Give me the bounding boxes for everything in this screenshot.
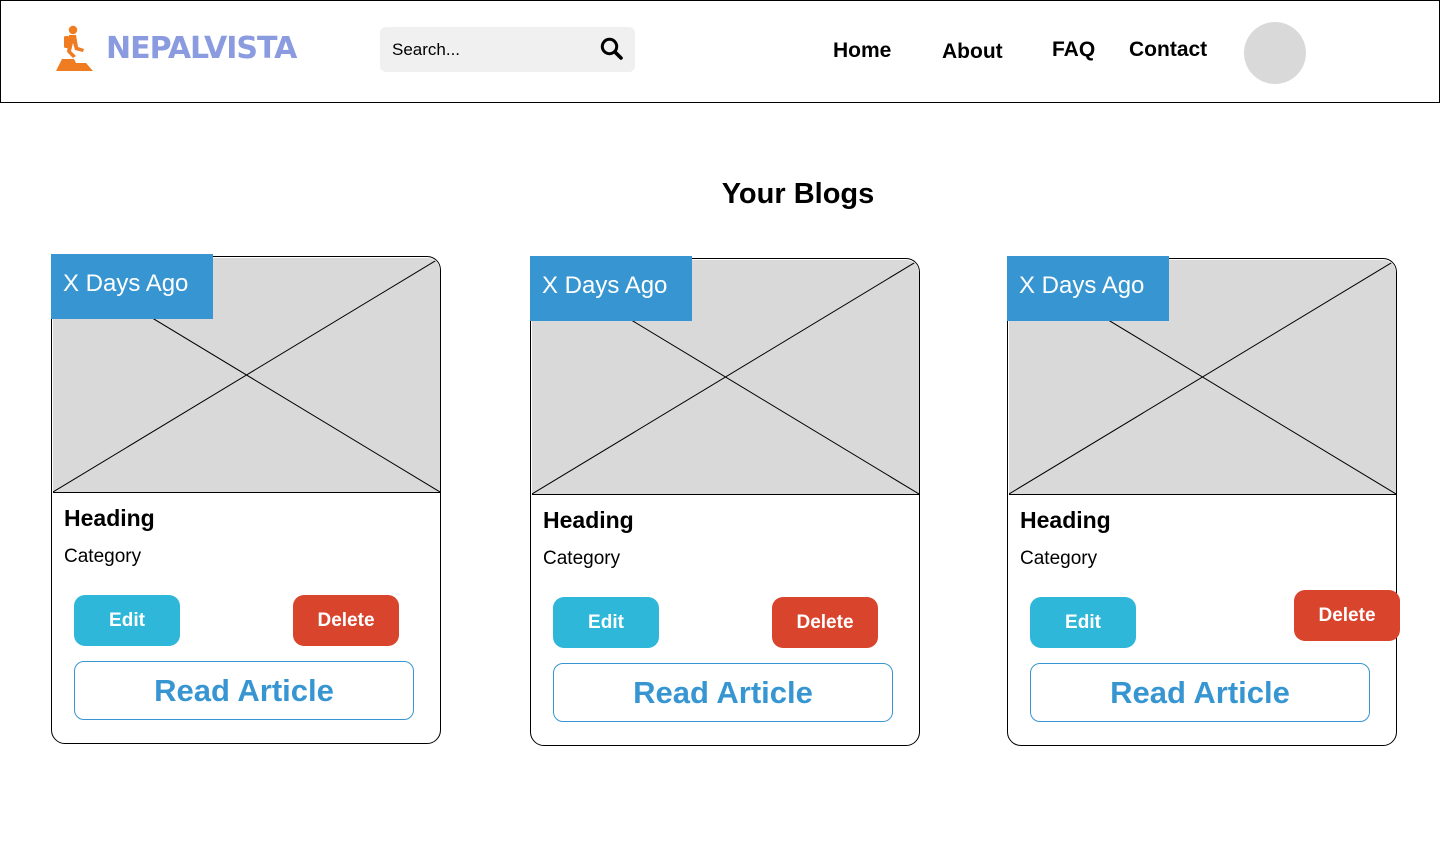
delete-button[interactable]: Delete bbox=[1294, 590, 1400, 641]
date-badge: X Days Ago bbox=[1007, 256, 1169, 321]
nav-about[interactable]: About bbox=[942, 40, 1003, 64]
delete-button[interactable]: Delete bbox=[772, 597, 878, 648]
hiker-icon bbox=[56, 25, 94, 71]
delete-button[interactable]: Delete bbox=[293, 595, 399, 646]
blog-card: X Days Ago Heading Category Edit Delete … bbox=[51, 254, 441, 744]
read-article-button[interactable]: Read Article bbox=[1030, 663, 1370, 722]
read-article-button[interactable]: Read Article bbox=[74, 661, 414, 720]
card-heading: Heading bbox=[64, 505, 155, 531]
top-navbar: NEPALVISTA Home About FAQ Contact bbox=[0, 0, 1440, 103]
date-badge: X Days Ago bbox=[530, 256, 692, 321]
search-box bbox=[380, 27, 635, 72]
blog-card: X Days Ago Heading Category Edit Delete … bbox=[1007, 256, 1400, 746]
search-icon[interactable] bbox=[599, 36, 625, 62]
edit-button[interactable]: Edit bbox=[74, 595, 180, 646]
search-input[interactable] bbox=[392, 27, 582, 72]
user-avatar[interactable] bbox=[1244, 22, 1306, 84]
nav-faq[interactable]: FAQ bbox=[1052, 38, 1095, 62]
nav-home[interactable]: Home bbox=[833, 39, 891, 63]
card-category: Category bbox=[543, 548, 621, 569]
edit-button[interactable]: Edit bbox=[1030, 597, 1136, 648]
page-title: Your Blogs bbox=[721, 178, 875, 210]
card-heading: Heading bbox=[543, 507, 634, 533]
card-heading: Heading bbox=[1020, 507, 1111, 533]
card-category: Category bbox=[1020, 548, 1098, 569]
blog-card: X Days Ago Heading Category Edit Delete … bbox=[530, 256, 920, 746]
read-article-button[interactable]: Read Article bbox=[553, 663, 893, 722]
card-category: Category bbox=[64, 546, 142, 567]
brand-logo[interactable]: NEPALVISTA bbox=[56, 25, 297, 71]
brand-name: NEPALVISTA bbox=[106, 30, 297, 66]
edit-button[interactable]: Edit bbox=[553, 597, 659, 648]
date-badge: X Days Ago bbox=[51, 254, 213, 319]
nav-contact[interactable]: Contact bbox=[1129, 38, 1207, 62]
